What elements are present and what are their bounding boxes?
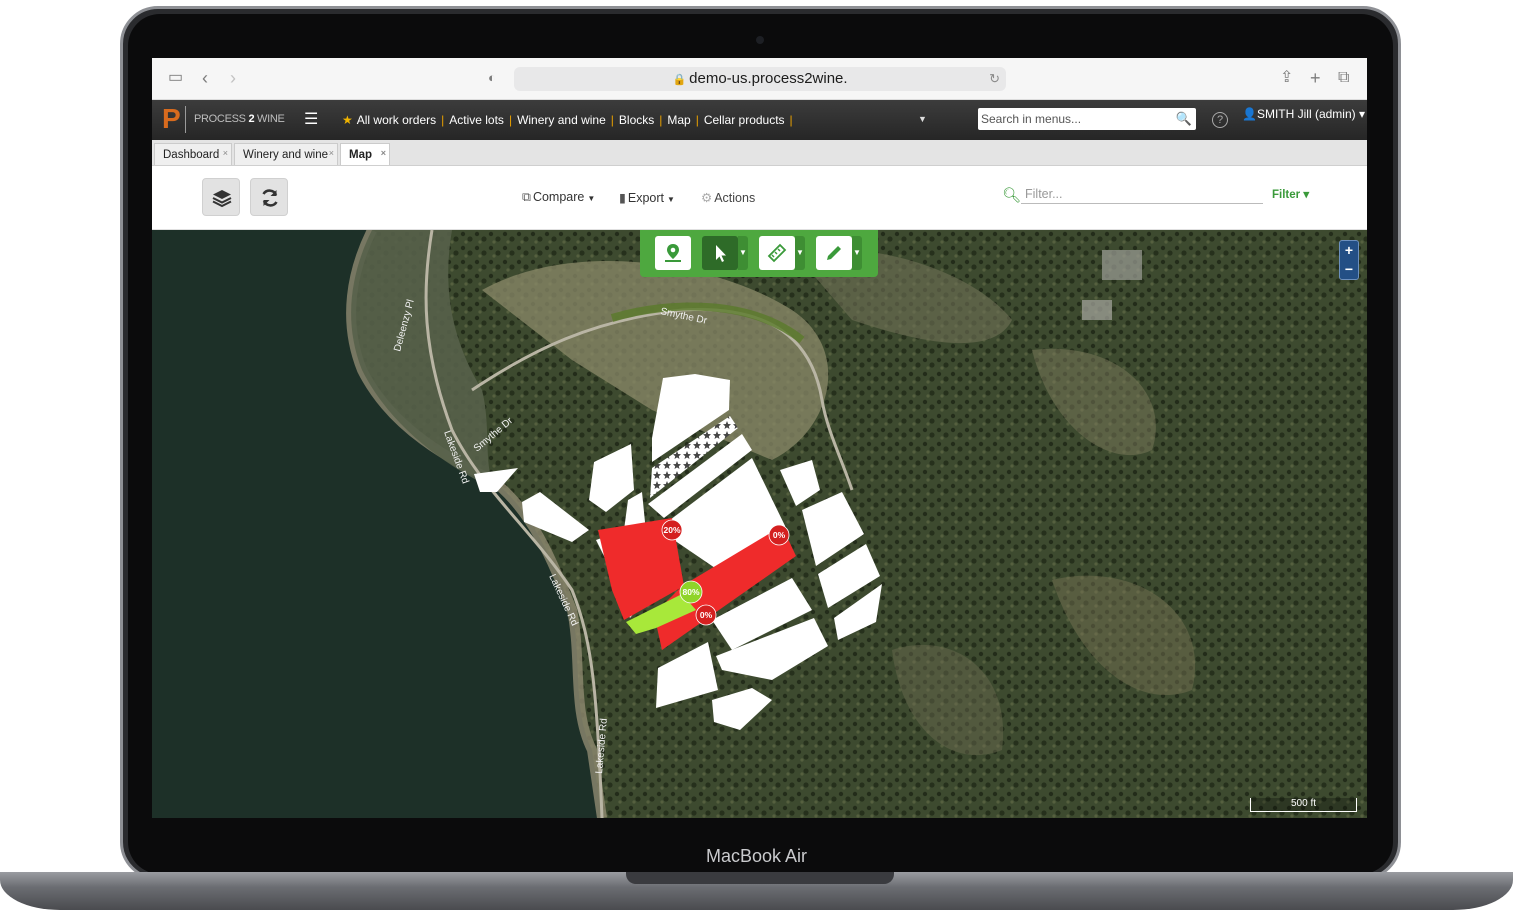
building-area [1102,250,1142,280]
app-header: P PROCESS 2 WINE ☰ ★ All work orders | Acti… [152,100,1367,140]
map-view[interactable]: Smythe Dr Smythe Dr Lakeside Rd Lakeside… [152,230,1367,818]
quick-links-dropdown-icon[interactable]: ▼ [918,114,927,124]
zoom-out-button[interactable]: − [1340,260,1358,279]
privacy-shield-icon[interactable]: ◐ [488,69,496,87]
block-badge[interactable]: 0% [695,604,717,626]
logo-text: PROCESS 2 WINE [194,113,285,125]
draw-tool-button[interactable] [816,236,852,270]
browser-toolbar: ▭ ‹ › ◐ 🔒 demo-us.process2wine. ↻ ⇪ + ⧉ [152,58,1367,100]
compare-button[interactable]: ⧉ Compare ▼ [522,190,595,205]
select-tool-dropdown-icon[interactable]: ▼ [738,236,748,270]
star-icon: ★ [342,113,353,127]
hamburger-menu-icon[interactable]: ☰ [304,112,318,128]
measure-tool-dropdown-icon[interactable]: ▼ [795,236,805,270]
block-badge[interactable]: 0% [768,524,790,546]
tab-overview-icon[interactable]: ⧉ [1338,69,1349,87]
building-area [1082,300,1112,320]
quick-link-map[interactable]: Map [667,113,690,127]
quick-link-winery-and-wine[interactable]: Winery and wine [517,113,606,127]
select-tool-button[interactable] [702,236,738,270]
layers-button[interactable] [202,178,240,216]
laptop-notch [626,872,894,884]
camera-icon [756,36,764,44]
cursor-icon [716,245,726,262]
filter-input[interactable]: Filter... [1021,184,1263,204]
location-pin-button[interactable] [655,236,691,270]
draw-tool-dropdown-icon[interactable]: ▼ [852,236,862,270]
logo-divider [185,106,186,133]
sidebar-toggle-icon[interactable]: ▭ [168,69,183,87]
map-toolbar: ⧉ Compare ▼ ▮ Export ▼ ⚙ Actions 🔍︎ Filter...… [152,166,1367,230]
block-badge[interactable]: 80% [679,580,703,604]
svg-text:80%: 80% [682,587,699,597]
user-icon: 👤 [1242,107,1257,121]
svg-text:20%: 20% [663,525,680,535]
ruler-icon [767,243,787,263]
lock-icon: 🔒 [672,74,687,86]
filter-button[interactable]: Filter ▾ [1272,187,1309,201]
tab-dashboard[interactable]: Dashboard × [154,143,232,165]
actions-button[interactable]: ⚙ Actions [701,190,755,205]
new-tab-icon[interactable]: + [1310,69,1321,87]
logo[interactable]: P [162,105,186,135]
pencil-icon [827,246,841,260]
quick-link-all-work-orders[interactable]: All work orders [357,113,436,127]
gears-icon: ⚙ [701,191,713,205]
block-badge[interactable]: 20% [661,519,683,541]
zoom-in-button[interactable]: + [1340,241,1358,260]
copy-icon: ⧉ [522,190,531,204]
export-button[interactable]: ▮ Export ▼ [619,190,675,205]
zoom-control: + − [1339,240,1359,280]
search-menus-input[interactable]: Search in menus... 🔍 [978,108,1196,130]
satellite-map[interactable]: Smythe Dr Smythe Dr Lakeside Rd Lakeside… [152,230,1367,818]
url-bar[interactable]: 🔒 demo-us.process2wine. ↻ [514,67,1006,91]
file-icon: ▮ [619,191,626,205]
map-pin-icon [665,244,681,262]
refresh-button[interactable] [250,178,288,216]
map-drawing-tools: ▼ ▼ ▼ [640,230,878,277]
url-text: demo-us.process2wine. [689,70,848,87]
tab-winery-and-wine[interactable]: Winery and wine × [234,143,338,165]
share-icon[interactable]: ⇪ [1280,69,1293,87]
quick-link-blocks[interactable]: Blocks [619,113,654,127]
device-label: MacBook Air [705,846,808,866]
measure-tool-button[interactable] [759,236,795,270]
quick-links: ★ All work orders | Active lots | Winery and … [342,113,793,127]
quick-link-cellar-products[interactable]: Cellar products [704,113,785,127]
search-icon[interactable]: 🔍 [1176,108,1192,130]
refresh-icon [262,189,278,207]
quick-link-active-lots[interactable]: Active lots [449,113,504,127]
close-icon[interactable]: × [381,142,386,164]
layers-icon [212,190,232,208]
screen: ▭ ‹ › ◐ 🔒 demo-us.process2wine. ↻ ⇪ + ⧉ P… [152,58,1367,818]
reload-icon[interactable]: ↻ [989,67,1000,91]
back-icon[interactable]: ‹ [202,69,208,87]
svg-text:0%: 0% [773,530,786,540]
help-icon[interactable]: ? [1212,112,1228,128]
close-icon[interactable]: × [329,142,334,164]
user-menu[interactable]: 👤SMITH Jill (admin) ▾ [1242,107,1365,121]
tab-bar: Dashboard × Winery and wine × Map × [152,140,1367,166]
map-scale: 500 ft [1250,798,1357,812]
svg-text:0%: 0% [700,610,713,620]
close-icon[interactable]: × [223,142,228,164]
filter-search-icon: 🔍︎ [1002,187,1022,204]
forward-icon[interactable]: › [230,69,236,87]
tab-map[interactable]: Map × [340,143,390,165]
